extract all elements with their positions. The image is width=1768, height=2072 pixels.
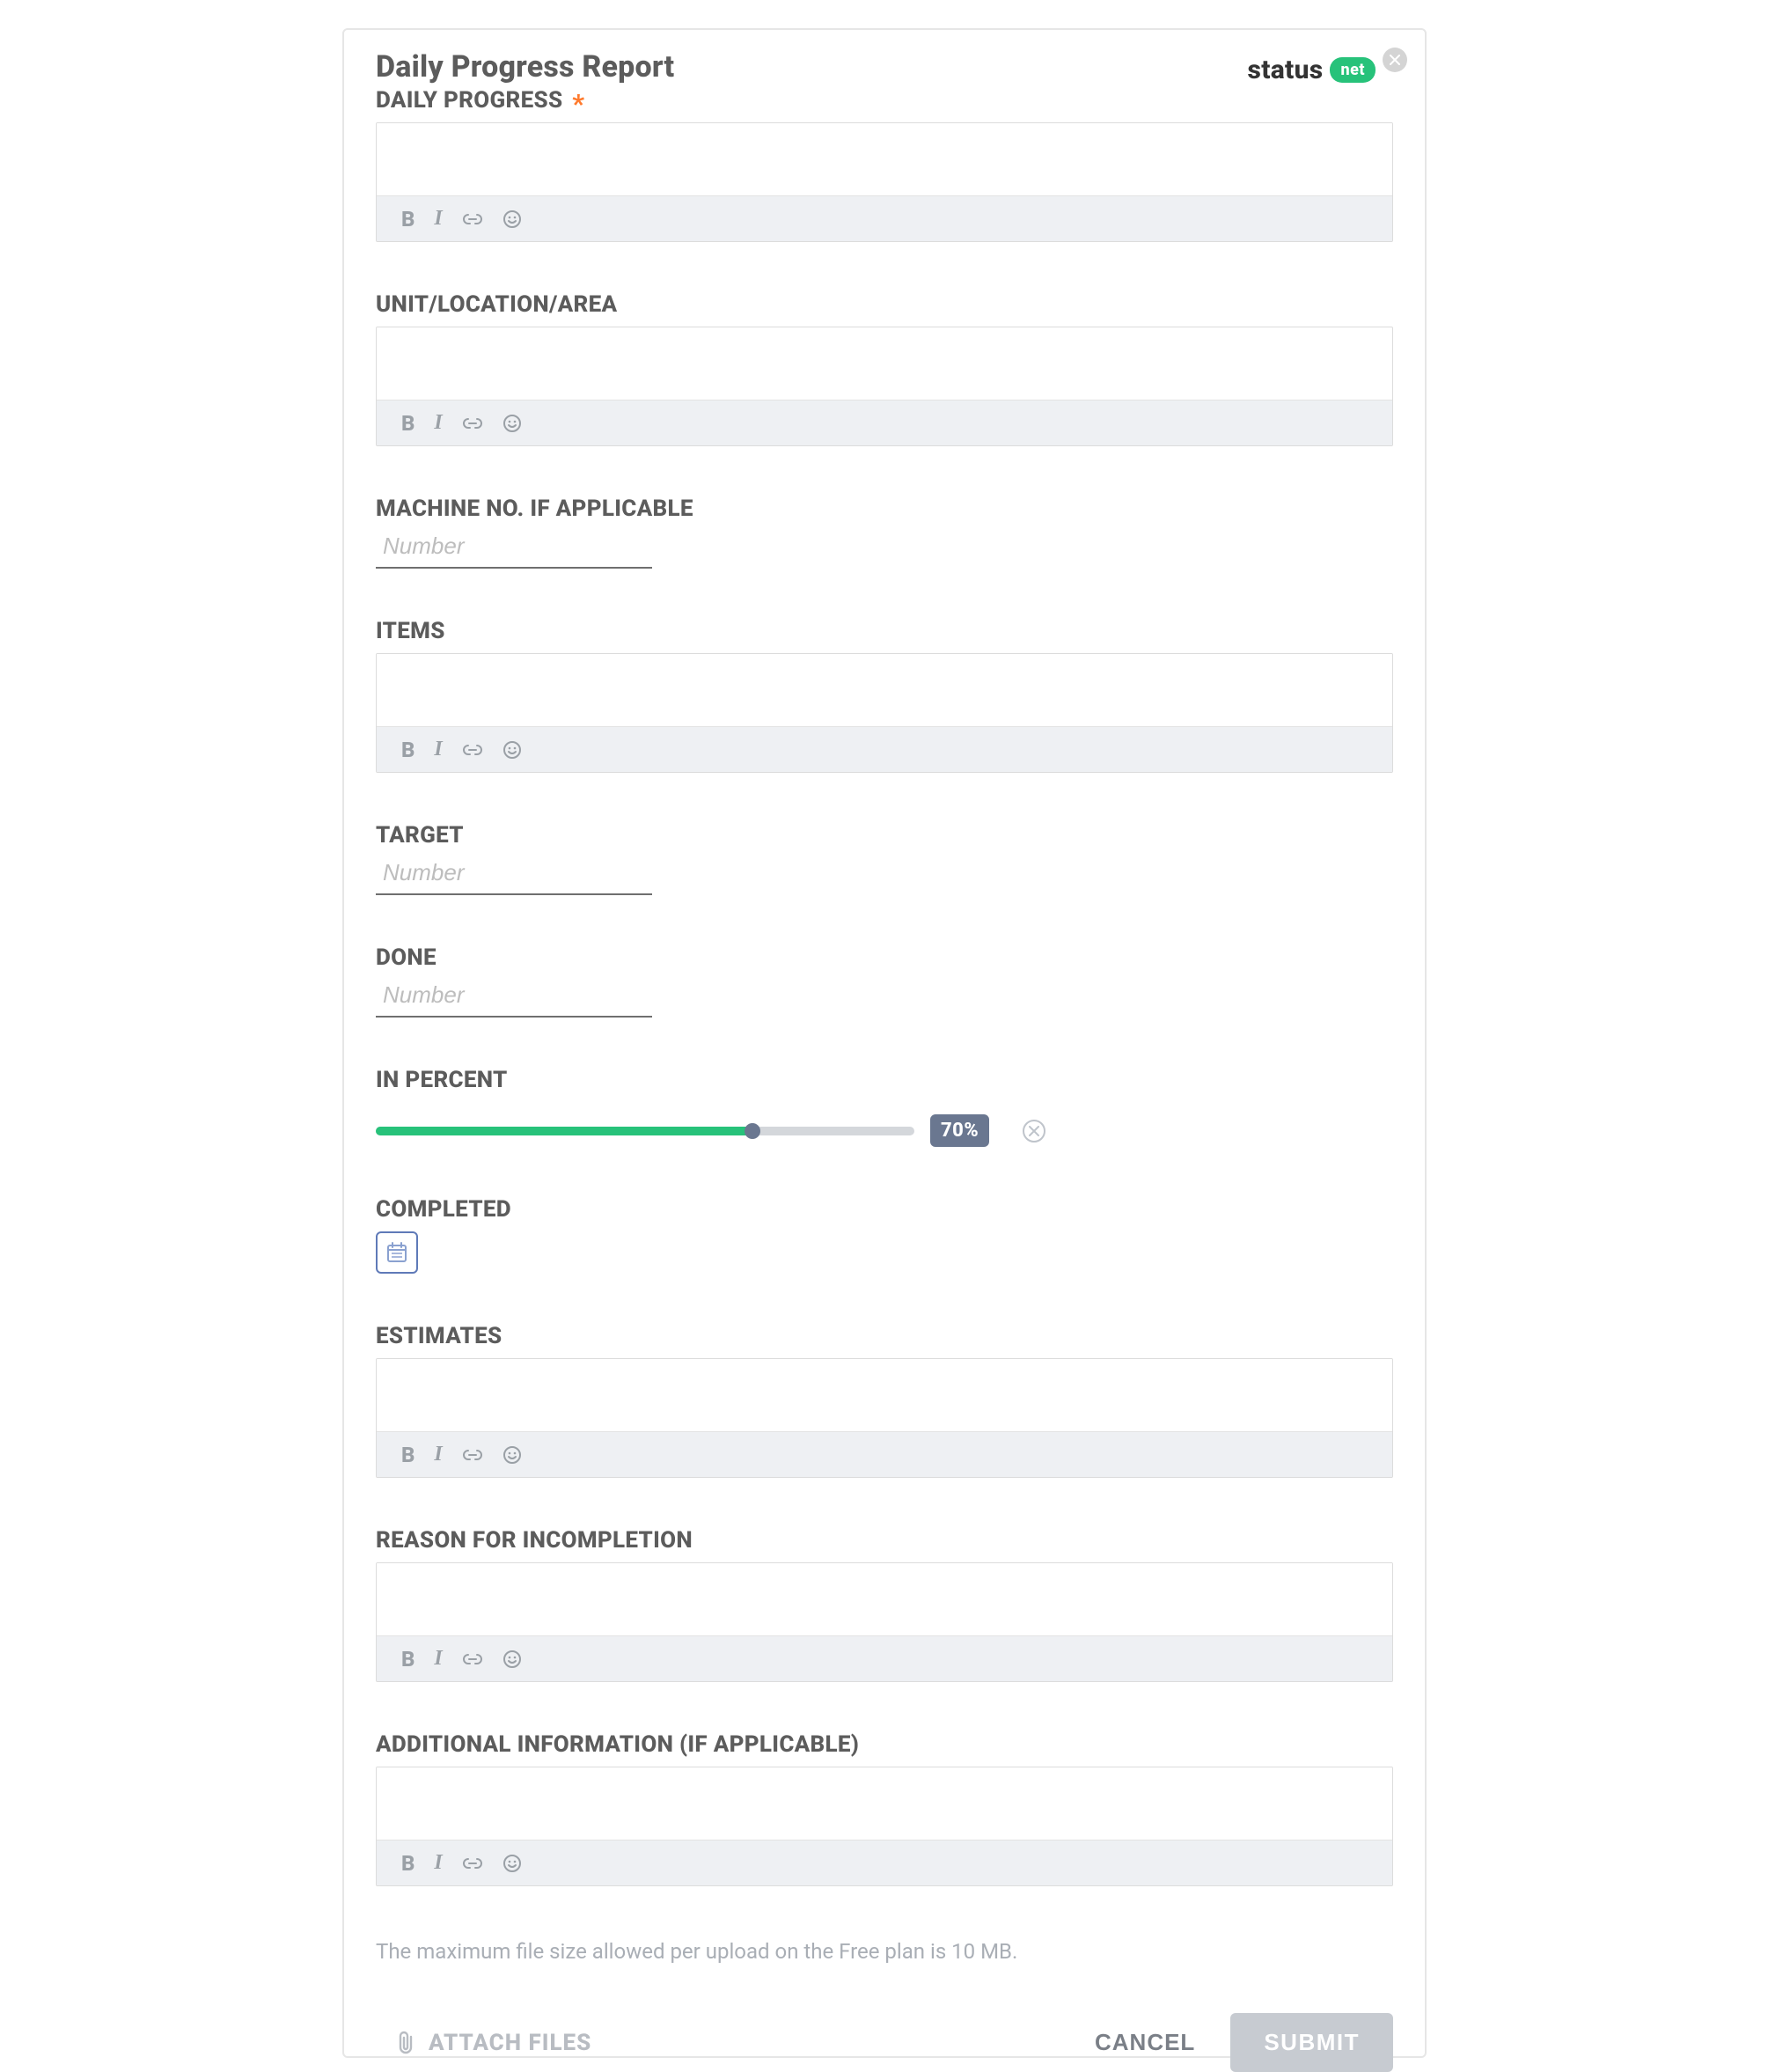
estimates-label: ESTIMATES — [376, 1323, 1393, 1349]
italic-icon[interactable]: I — [434, 207, 442, 231]
calendar-icon[interactable] — [376, 1231, 418, 1274]
done-input[interactable] — [376, 976, 652, 1018]
emoji-icon[interactable] — [503, 1854, 522, 1873]
field-done: DONE — [376, 944, 1393, 1018]
brand-status-text: status — [1248, 55, 1324, 85]
unit-location-label: UNIT/LOCATION/AREA — [376, 291, 1393, 318]
items-input[interactable] — [377, 654, 1392, 726]
percent-value-badge: 70% — [930, 1114, 989, 1147]
daily-progress-editor: B I — [376, 122, 1393, 242]
italic-icon[interactable]: I — [434, 738, 442, 761]
submit-button[interactable]: SUBMIT — [1230, 2013, 1393, 2072]
unit-location-input[interactable] — [377, 327, 1392, 400]
unit-location-editor: B I — [376, 327, 1393, 446]
brand-net-badge: net — [1330, 57, 1376, 83]
link-icon[interactable] — [462, 417, 483, 430]
daily-progress-toolbar: B I — [377, 195, 1392, 241]
estimates-editor: B I — [376, 1358, 1393, 1478]
link-icon[interactable] — [462, 1653, 483, 1665]
percent-slider[interactable] — [376, 1127, 914, 1135]
bold-icon[interactable]: B — [401, 411, 414, 436]
target-input[interactable] — [376, 854, 652, 895]
bold-icon[interactable]: B — [401, 738, 414, 762]
link-icon[interactable] — [462, 1449, 483, 1461]
done-label: DONE — [376, 944, 1393, 971]
italic-icon[interactable]: I — [434, 1647, 442, 1671]
daily-progress-label-text: DAILY PROGRESS — [376, 87, 562, 114]
field-unit-location: UNIT/LOCATION/AREA B I — [376, 291, 1393, 446]
bold-icon[interactable]: B — [401, 1647, 414, 1672]
items-label: ITEMS — [376, 618, 1393, 644]
modal-header: Daily Progress Report status net — [376, 49, 1393, 85]
field-additional: ADDITIONAL INFORMATION (IF APPLICABLE) B… — [376, 1731, 1393, 1886]
bold-icon[interactable]: B — [401, 1443, 414, 1467]
footer-actions: CANCEL SUBMIT — [1095, 2013, 1393, 2072]
link-icon[interactable] — [462, 1857, 483, 1870]
close-icon[interactable] — [1383, 48, 1407, 72]
target-label: TARGET — [376, 822, 1393, 849]
unit-location-toolbar: B I — [377, 400, 1392, 445]
field-machine-no: MACHINE NO. IF APPLICABLE — [376, 496, 1393, 569]
estimates-input[interactable] — [377, 1359, 1392, 1431]
report-modal: Daily Progress Report status net DAILY P… — [342, 28, 1427, 2058]
emoji-icon[interactable] — [503, 414, 522, 433]
field-in-percent: IN PERCENT 70% — [376, 1067, 1393, 1147]
paperclip-icon — [395, 2030, 416, 2056]
modal-title: Daily Progress Report — [376, 49, 674, 84]
additional-input[interactable] — [377, 1767, 1392, 1840]
reason-input[interactable] — [377, 1563, 1392, 1635]
daily-progress-input[interactable] — [377, 123, 1392, 195]
machine-no-label: MACHINE NO. IF APPLICABLE — [376, 496, 1393, 522]
emoji-icon[interactable] — [503, 1650, 522, 1669]
field-reason: REASON FOR INCOMPLETION B I — [376, 1527, 1393, 1682]
field-completed: COMPLETED — [376, 1196, 1393, 1274]
bold-icon[interactable]: B — [401, 1851, 414, 1876]
emoji-icon[interactable] — [503, 209, 522, 229]
completed-label: COMPLETED — [376, 1196, 1393, 1223]
items-editor: B I — [376, 653, 1393, 773]
emoji-icon[interactable] — [503, 740, 522, 760]
estimates-toolbar: B I — [377, 1431, 1392, 1477]
additional-editor: B I — [376, 1767, 1393, 1886]
machine-no-input[interactable] — [376, 527, 652, 569]
additional-label: ADDITIONAL INFORMATION (IF APPLICABLE) — [376, 1731, 1393, 1758]
field-daily-progress: DAILY PROGRESS * B I — [376, 87, 1393, 242]
page-root: Daily Progress Report status net DAILY P… — [0, 0, 1768, 2068]
italic-icon[interactable]: I — [434, 1851, 442, 1875]
attach-files-label: ATTACH FILES — [429, 2030, 591, 2056]
required-asterisk-icon: * — [569, 89, 584, 120]
daily-progress-label: DAILY PROGRESS * — [376, 87, 1393, 114]
reason-label: REASON FOR INCOMPLETION — [376, 1527, 1393, 1554]
upload-size-hint: The maximum file size allowed per upload… — [376, 1939, 1393, 1964]
emoji-icon[interactable] — [503, 1445, 522, 1465]
in-percent-label: IN PERCENT — [376, 1067, 1393, 1093]
reason-editor: B I — [376, 1562, 1393, 1682]
percent-slider-handle[interactable] — [745, 1123, 760, 1139]
italic-icon[interactable]: I — [434, 1443, 442, 1466]
field-estimates: ESTIMATES B I — [376, 1323, 1393, 1478]
link-icon[interactable] — [462, 213, 483, 225]
modal-footer: ATTACH FILES CANCEL SUBMIT — [376, 2013, 1393, 2072]
additional-toolbar: B I — [377, 1840, 1392, 1885]
cancel-button[interactable]: CANCEL — [1095, 2029, 1195, 2056]
percent-slider-fill — [376, 1127, 752, 1135]
attach-files-button[interactable]: ATTACH FILES — [376, 2030, 591, 2056]
field-items: ITEMS B I — [376, 618, 1393, 773]
reason-toolbar: B I — [377, 1635, 1392, 1681]
italic-icon[interactable]: I — [434, 411, 442, 435]
items-toolbar: B I — [377, 726, 1392, 772]
brand-logo: status net — [1248, 55, 1376, 85]
bold-icon[interactable]: B — [401, 207, 414, 231]
clear-percent-icon[interactable] — [1023, 1120, 1045, 1143]
field-target: TARGET — [376, 822, 1393, 895]
link-icon[interactable] — [462, 744, 483, 756]
